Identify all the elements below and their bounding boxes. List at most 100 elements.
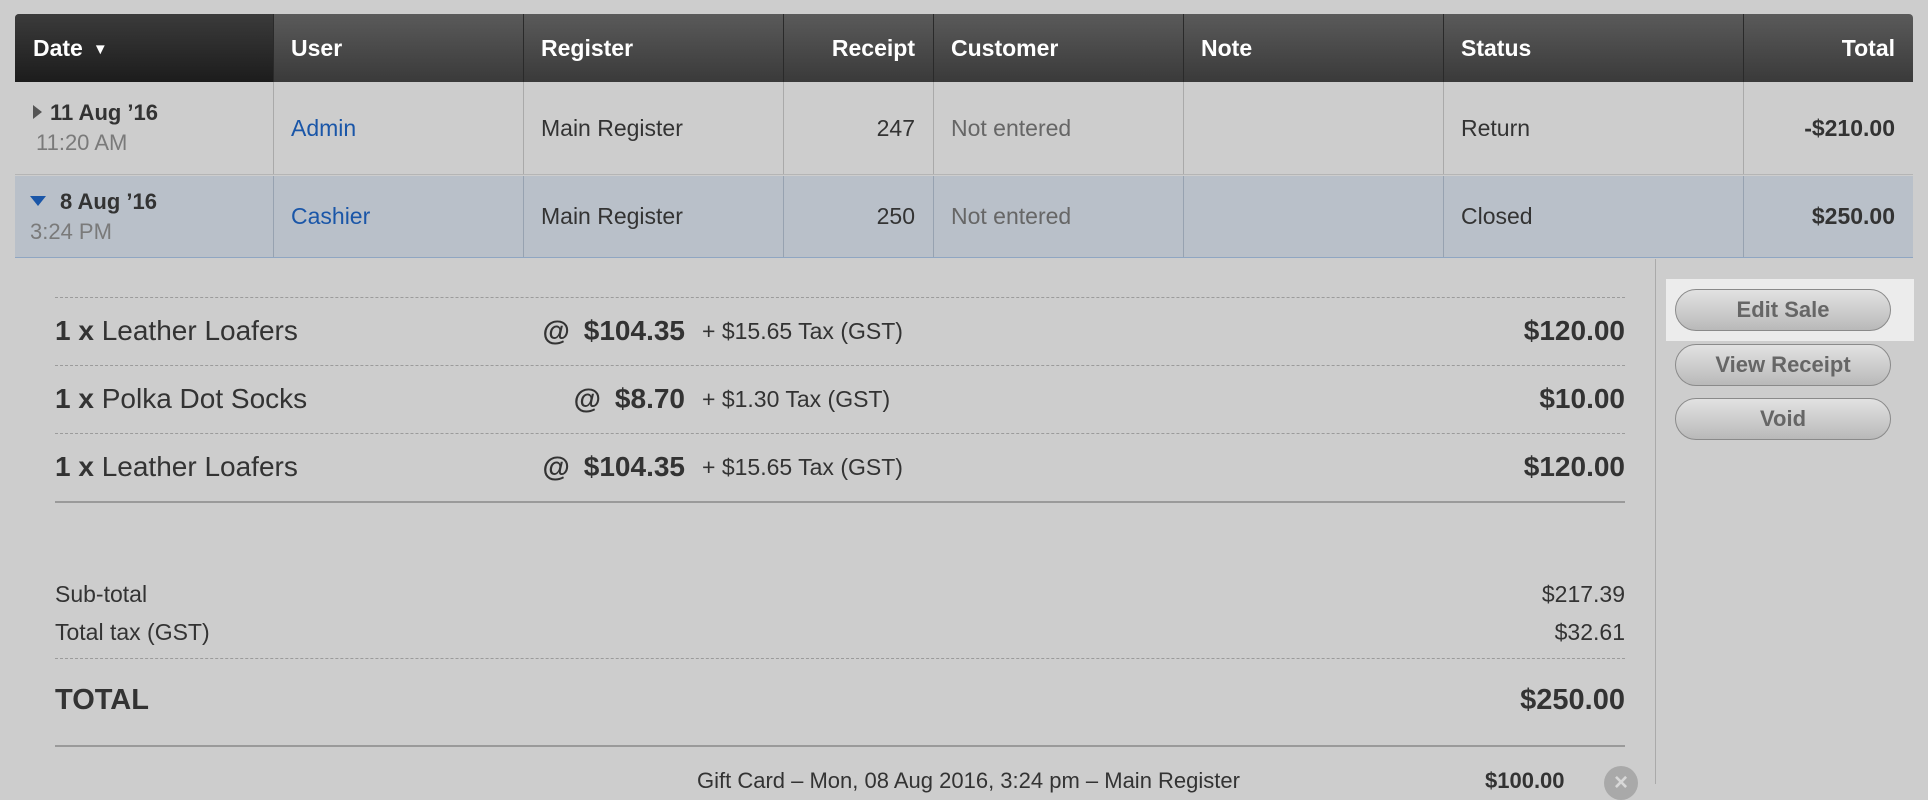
- expand-row-icon[interactable]: [33, 105, 42, 119]
- line-item-tax: + $1.30 Tax (GST): [702, 386, 891, 412]
- line-item: 1 x Leather Loafers @ $104.35 + $15.65 Ta…: [55, 433, 1625, 502]
- unit-price: $104.35: [583, 451, 685, 482]
- line-item-product: 1 x Leather Loafers: [55, 315, 298, 347]
- items-divider: [55, 501, 1625, 503]
- user-cell: Admin: [273, 82, 523, 174]
- line-item: 1 x Leather Loafers @ $104.35 + $15.65 Ta…: [55, 297, 1625, 366]
- column-header-note[interactable]: Note: [1183, 14, 1443, 82]
- unit-price: $104.35: [583, 315, 685, 346]
- line-item-total: $10.00: [1539, 383, 1625, 414]
- customer-cell: Not entered: [951, 114, 1072, 141]
- status-cell: Return: [1461, 114, 1531, 141]
- cell-divider: [1183, 176, 1184, 257]
- payment-description: Gift Card – Mon, 08 Aug 2016, 3:24 pm – …: [697, 768, 1240, 793]
- summary-divider: [55, 658, 1625, 659]
- line-item-price: @ $104.35: [542, 315, 685, 347]
- line-item-quantity: 1 x: [55, 315, 94, 346]
- column-divider: [1183, 14, 1184, 82]
- column-divider: [1443, 14, 1444, 82]
- total-cell: -$210.00: [1804, 114, 1895, 141]
- line-item-product: 1 x Leather Loafers: [55, 451, 298, 483]
- subtotal-value: $217.39: [1541, 581, 1625, 607]
- cell-divider: [783, 82, 784, 174]
- register-cell: Main Register: [541, 203, 683, 229]
- sort-descending-icon: ▼: [92, 41, 108, 58]
- cell-divider: [1743, 176, 1744, 257]
- line-item-tax: + $15.65 Tax (GST): [702, 318, 903, 344]
- line-item-price: @ $8.70: [574, 383, 685, 415]
- column-header-receipt[interactable]: Receipt: [783, 14, 933, 82]
- table-row-selected[interactable]: 8 Aug ’16 3:24 PM Cashier Main Register …: [15, 176, 1913, 258]
- user-link[interactable]: Admin: [291, 115, 356, 142]
- cell-divider: [1443, 176, 1444, 257]
- cell-divider: [1743, 82, 1744, 174]
- receipt-cell: 247: [876, 114, 915, 141]
- cell-divider: [783, 176, 784, 257]
- column-header-date[interactable]: Date ▼: [15, 14, 273, 82]
- line-item-name: Polka Dot Socks: [101, 383, 308, 414]
- total-divider: [55, 745, 1625, 747]
- column-header-user[interactable]: User: [273, 14, 523, 82]
- sale-actions-panel: Edit Sale View Receipt Void: [1655, 259, 1914, 784]
- cell-divider: [523, 176, 524, 257]
- column-divider: [1743, 14, 1744, 82]
- remove-payment-icon[interactable]: ×: [1604, 766, 1638, 800]
- subtotal-label: Sub-total: [55, 581, 148, 607]
- status-cell: Closed: [1461, 203, 1533, 229]
- view-receipt-button[interactable]: View Receipt: [1675, 344, 1891, 386]
- cell-divider: [1183, 82, 1184, 174]
- sale-date: 8 Aug ’16: [60, 188, 157, 214]
- table-row[interactable]: 11 Aug ’16 11:20 AM Admin Main Register …: [15, 82, 1913, 175]
- line-item-tax: + $15.65 Tax (GST): [702, 454, 903, 480]
- line-item-product: 1 x Polka Dot Socks: [55, 383, 307, 415]
- line-item-total: $120.00: [1523, 451, 1625, 482]
- total-row: TOTAL $250.00: [55, 684, 1625, 717]
- note-cell: [1183, 176, 1443, 257]
- user-cell: Cashier: [273, 176, 523, 257]
- line-item: 1 x Polka Dot Socks @ $8.70 + $1.30 Tax (…: [55, 365, 1625, 434]
- date-cell: 8 Aug ’16 3:24 PM: [15, 176, 273, 257]
- column-divider: [783, 14, 784, 82]
- column-header-customer[interactable]: Customer: [933, 14, 1183, 82]
- payment-amount: $100.00: [1485, 768, 1565, 793]
- tax-row: Total tax (GST) $32.61: [55, 619, 1625, 646]
- at-symbol: @: [573, 383, 601, 414]
- column-divider: [523, 14, 524, 82]
- user-link[interactable]: Cashier: [291, 203, 370, 230]
- void-button[interactable]: Void: [1675, 398, 1891, 440]
- cell-divider: [273, 82, 274, 174]
- column-header-register[interactable]: Register: [523, 14, 783, 82]
- cell-divider: [523, 82, 524, 174]
- date-cell: 11 Aug ’16 11:20 AM: [15, 82, 273, 174]
- collapse-row-icon[interactable]: [30, 195, 46, 206]
- receipt-cell: 250: [876, 203, 915, 229]
- cell-divider: [273, 176, 274, 257]
- register-cell: Main Register: [541, 114, 683, 141]
- column-header-total[interactable]: Total: [1743, 14, 1913, 82]
- line-item-name: Leather Loafers: [101, 315, 298, 346]
- line-item-quantity: 1 x: [55, 451, 94, 482]
- sale-time: 11:20 AM: [36, 130, 128, 155]
- line-item-quantity: 1 x: [55, 383, 94, 414]
- at-symbol: @: [542, 315, 570, 346]
- edit-sale-button[interactable]: Edit Sale: [1675, 289, 1891, 331]
- sale-date: 11 Aug ’16: [50, 100, 159, 125]
- column-header-status[interactable]: Status: [1443, 14, 1743, 82]
- cell-divider: [933, 176, 934, 257]
- line-item-total: $120.00: [1523, 315, 1625, 346]
- note-cell: [1183, 82, 1443, 174]
- column-divider: [273, 14, 274, 82]
- line-item-price: @ $104.35: [542, 451, 685, 483]
- customer-cell: Not entered: [951, 203, 1072, 229]
- sale-detail-panel: 1 x Leather Loafers @ $104.35 + $15.65 Ta…: [15, 259, 1655, 800]
- cell-divider: [1443, 82, 1444, 174]
- unit-price: $8.70: [614, 383, 685, 414]
- table-header: Date ▼ User Register Receipt Customer Not…: [15, 14, 1913, 82]
- column-divider: [933, 14, 934, 82]
- cell-divider: [933, 82, 934, 174]
- total-label: TOTAL: [55, 684, 149, 716]
- tax-label: Total tax (GST): [55, 619, 210, 645]
- line-item-name: Leather Loafers: [101, 451, 298, 482]
- at-symbol: @: [542, 451, 570, 482]
- subtotal-row: Sub-total $217.39: [55, 581, 1625, 608]
